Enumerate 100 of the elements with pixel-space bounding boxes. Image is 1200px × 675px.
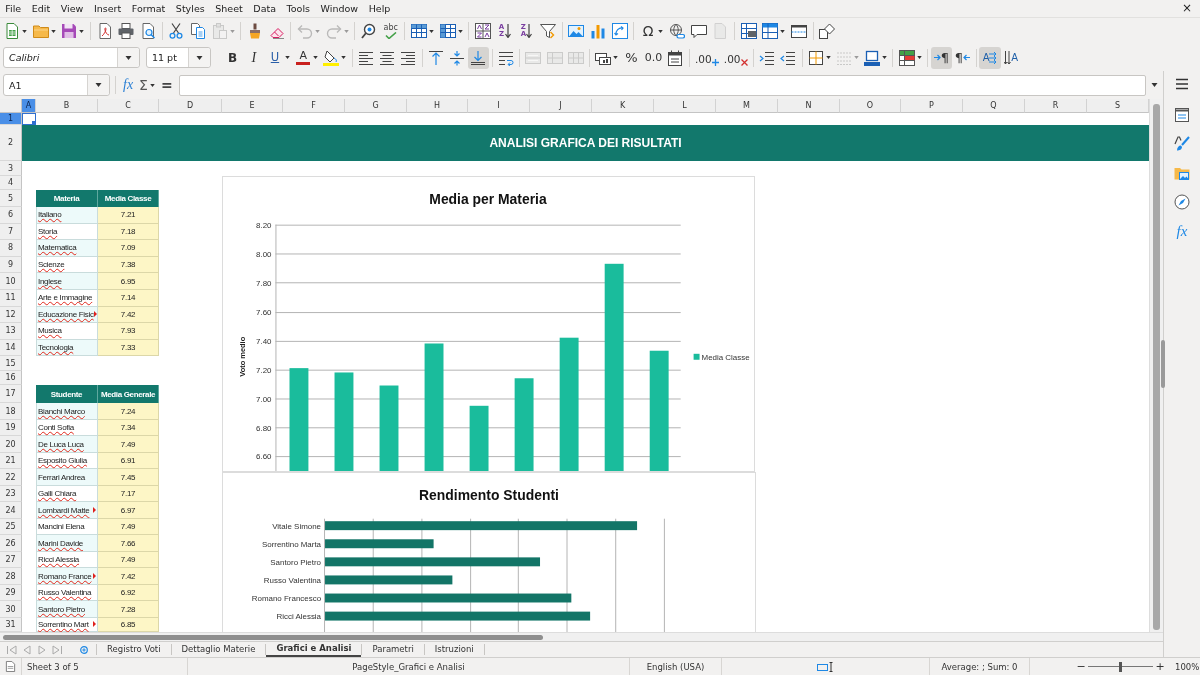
special-character-button[interactable]: Ω [637,20,666,42]
menu-item[interactable]: View [55,1,89,16]
font-color-button[interactable]: A [292,46,321,69]
dropdown-button[interactable] [117,48,139,67]
menu-item[interactable]: Window [315,1,364,16]
right-to-left-button[interactable]: ¶ [951,46,974,69]
row-header[interactable]: 3 [0,161,22,176]
sheet-tab[interactable]: Parametri [362,642,424,657]
column-header[interactable]: P [901,99,963,113]
row-header[interactable]: 30 [0,601,22,618]
table-cell: 7.21 [120,210,136,220]
column-header[interactable]: S [1087,99,1149,113]
row-header[interactable]: 2 [0,125,22,161]
function-wizard-button[interactable]: fx [120,75,137,95]
column-header[interactable]: O [840,99,901,113]
menu-item[interactable]: File [0,1,27,16]
column-header[interactable]: M [716,99,778,113]
row-header[interactable]: 13 [0,323,22,340]
folder-icon [32,23,49,39]
row-header[interactable]: 17 [0,385,22,404]
sheet-tab[interactable]: Grafici e Analisi [266,642,362,657]
spelling-button[interactable]: abc [379,20,402,42]
menu-item[interactable]: Format [126,1,171,16]
column-header[interactable]: R [1025,99,1087,113]
row-header[interactable]: 4 [0,176,22,190]
dropdown-button[interactable] [87,75,109,95]
column-header[interactable]: E [222,99,283,113]
column-header[interactable]: A [22,99,36,113]
column-header[interactable]: C [98,99,159,113]
sheet-position-text: Sheet 3 of 5 [27,661,79,672]
row-header[interactable]: 10 [0,273,22,290]
scrollbar-thumb[interactable] [1153,104,1160,630]
column-header[interactable]: K [592,99,654,113]
table-cell: De Luca Luca [38,439,84,449]
column-header[interactable]: Q [963,99,1025,113]
menu-item[interactable]: Edit [26,1,56,16]
sheet-tab[interactable]: Istruzioni [424,642,484,657]
row-header[interactable]: 22 [0,469,22,486]
font-size-field[interactable]: 11 pt [146,47,211,68]
sum-button[interactable]: Σ [136,75,158,95]
column-header[interactable]: F [283,99,345,113]
column-header[interactable]: B [36,99,98,113]
text-horizontal-button[interactable]: A [979,46,1001,69]
menu-item[interactable]: Help [363,1,396,16]
column-header[interactable]: N [778,99,840,113]
menu-item[interactable]: Styles [170,1,210,16]
add-decimal-button[interactable]: .00 [692,46,722,69]
column-header[interactable]: I [468,99,530,113]
row-header[interactable]: 16 [0,371,22,386]
underline-button[interactable]: U [264,46,293,69]
globe-link-icon [668,23,685,39]
row-header[interactable]: 20 [0,436,22,453]
italic-button[interactable]: I [243,46,265,69]
title-banner: ANALISI GRAFICA DEI RISULTATI [22,125,1149,161]
scrollbar-thumb[interactable] [3,634,543,640]
row-header[interactable]: 8 [0,240,22,257]
text-stacked-button[interactable]: A [1000,46,1022,69]
percent-format-button[interactable]: % [620,46,643,69]
close-document-button[interactable]: × [1173,1,1200,16]
menu-item[interactable]: Data [248,1,282,16]
column-header[interactable]: J [530,99,592,113]
formula-button[interactable]: = [157,75,176,95]
row-header[interactable]: 18 [0,403,22,420]
cell-cursor[interactable] [22,113,36,125]
menu-item[interactable]: Sheet [209,1,249,16]
font-name-field[interactable]: Calibri [3,47,140,68]
row-header[interactable]: 1 [0,113,22,125]
zoom-in-button[interactable]: + [1155,661,1165,672]
name-box-field[interactable]: A1 [3,74,110,96]
row-header[interactable]: 26 [0,535,22,552]
column-header[interactable]: H [407,99,468,113]
left-to-right-button[interactable]: ¶ [930,46,952,69]
align-bottom-button[interactable] [467,46,489,69]
row-header[interactable]: 5 [0,190,22,207]
number-format-button[interactable]: 0.0 [642,46,665,69]
column-header[interactable]: D [159,99,222,113]
compass-icon [1174,194,1190,210]
sheet-tab[interactable]: Registro Voti [97,642,171,657]
column-header[interactable]: G [345,99,407,113]
row-header[interactable]: 6 [0,207,22,224]
bold-button[interactable]: B [222,46,244,69]
outdent-icon [780,49,797,66]
sheet-tab[interactable]: Dettaglio Materie [171,642,266,657]
row-header[interactable]: 24 [0,502,22,519]
navigator-button[interactable] [1171,191,1193,213]
zoom-out-button[interactable]: − [1076,661,1086,672]
plus-circle-icon[interactable] [80,645,88,654]
table-cell: Inglese [38,276,62,286]
sidebar-handle[interactable] [1161,340,1165,388]
column-header[interactable]: L [654,99,716,113]
menu-item[interactable]: Insert [88,1,127,16]
formula-input-field[interactable] [178,74,1146,96]
menu-item[interactable]: Tools [281,1,316,16]
delete-decimal-button[interactable]: .00 [721,46,751,69]
table-header: Materia [53,193,80,204]
row-header[interactable]: 28 [0,568,22,585]
row-header[interactable]: 15 [0,356,22,372]
table-header: Studente [50,389,83,399]
slider-thumb[interactable] [1119,661,1122,672]
dropdown-button[interactable] [188,48,210,67]
